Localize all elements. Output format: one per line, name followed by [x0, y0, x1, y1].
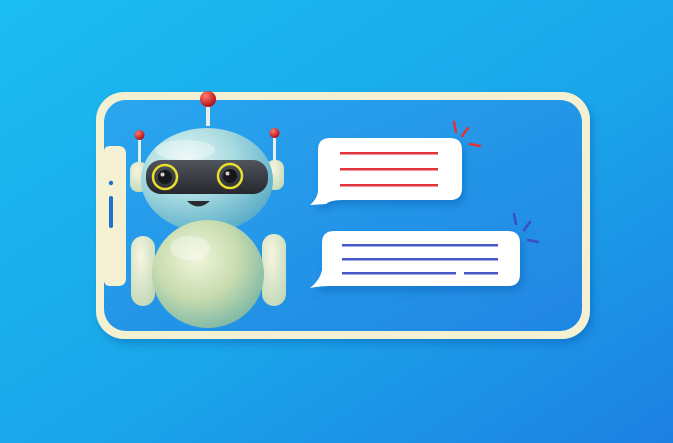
robot-top-antenna-tip	[200, 91, 216, 107]
chat-line-top-3	[340, 184, 438, 187]
phone-speaker	[109, 196, 113, 228]
illustration-scene	[0, 0, 673, 443]
chat-bubble-top-shape	[310, 138, 462, 205]
robot-left-antenna-tip	[134, 130, 145, 140]
chat-bubble-icon-bottom	[310, 231, 520, 288]
robot-body	[152, 220, 264, 328]
robot-right-eye	[223, 169, 237, 183]
robot-right-eye-glint	[225, 171, 230, 176]
chat-bubble-icon-top	[310, 138, 462, 205]
chat-line-bottom-3a	[342, 272, 456, 275]
chat-line-top-2	[340, 168, 438, 171]
robot-head-highlight	[155, 140, 215, 160]
robot-top-antenna-stem	[206, 104, 210, 126]
phone-notch	[104, 146, 126, 286]
robot-right-antenna-tip	[269, 128, 280, 138]
robot-left-eye	[158, 170, 172, 184]
chat-line-bottom-1	[342, 244, 498, 247]
phone-camera	[108, 180, 114, 186]
robot-left-arm	[131, 236, 155, 306]
robot-body-highlight	[170, 236, 210, 260]
chatbot-illustration	[0, 0, 673, 443]
robot-right-arm	[262, 234, 286, 306]
robot-left-eye-glint	[160, 172, 165, 177]
chat-line-bottom-2	[342, 258, 498, 261]
chat-line-top-1	[340, 152, 438, 155]
chat-line-bottom-3b	[464, 272, 498, 275]
